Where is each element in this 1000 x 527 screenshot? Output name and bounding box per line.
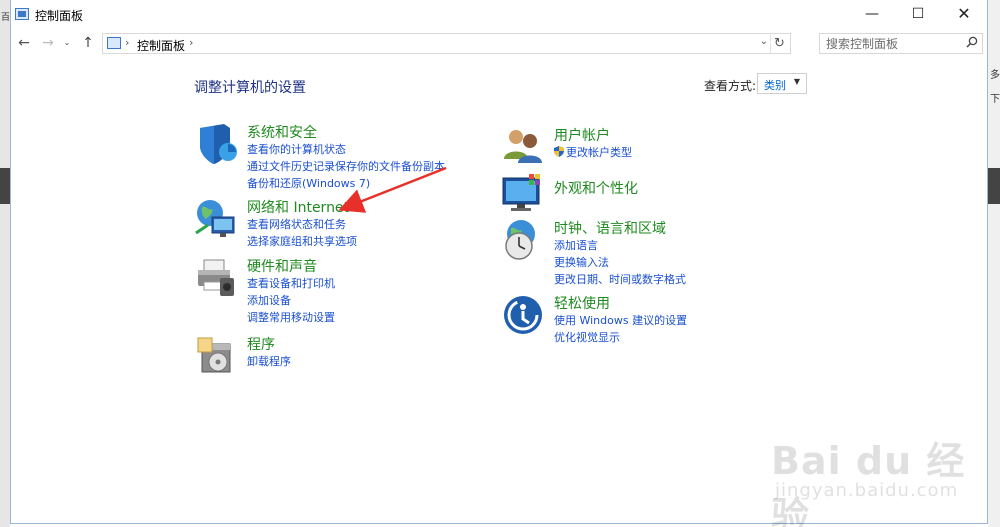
chevron-right-icon[interactable]: › [189, 36, 193, 49]
background-window-right: 多 下 [988, 0, 1000, 527]
category-network-internet: 网络和 Internet 查看网络状态和任务 选择家庭组和共享选项 [194, 197, 494, 249]
category-title-programs[interactable]: 程序 [247, 334, 275, 354]
control-panel-icon [107, 37, 121, 49]
link-uninstall-program[interactable]: 卸载程序 [247, 353, 291, 369]
link-add-language[interactable]: 添加语言 [554, 237, 598, 253]
breadcrumb-control-panel[interactable]: 控制面板 [137, 37, 185, 54]
category-appearance: 外观和个性化 [501, 172, 801, 212]
search-input[interactable] [820, 34, 960, 53]
link-view-computer-status[interactable]: 查看你的计算机状态 [247, 141, 346, 157]
category-title-system-security[interactable]: 系统和安全 [247, 122, 317, 142]
link-change-account-type[interactable]: 更改帐户类型 [554, 144, 632, 160]
baidu-watermark: Bai du 经验 jingyan.baidu.com [771, 425, 971, 527]
category-clock-region: 时钟、语言和区域 添加语言 更换输入法 更改日期、时间或数字格式 [501, 218, 801, 288]
maximize-button[interactable]: ☐ [895, 0, 941, 30]
category-title-hardware-sound[interactable]: 硬件和声音 [247, 256, 317, 276]
forward-button[interactable]: → [39, 33, 57, 53]
monitor-palette-icon[interactable] [501, 172, 545, 216]
background-dark-strip [0, 168, 10, 204]
watermark-main: Bai du 经验 [771, 439, 966, 527]
control-panel-window: 控制面板 — ☐ ✕ ← → ⌄ ↑ › 控制面板 › ⌄ ↻ 调整计算机的设置… [10, 0, 988, 527]
shield-icon[interactable] [194, 122, 238, 166]
window-title: 控制面板 [35, 9, 84, 23]
link-backup-restore[interactable]: 备份和还原(Windows 7) [247, 175, 370, 191]
back-button[interactable]: ← [15, 33, 33, 53]
category-user-accounts: 用户帐户 更改帐户类型 [501, 125, 801, 165]
link-change-date-time-format[interactable]: 更改日期、时间或数字格式 [554, 271, 686, 287]
link-network-status-tasks[interactable]: 查看网络状态和任务 [247, 216, 346, 232]
clock-globe-icon[interactable] [501, 218, 545, 262]
refresh-button[interactable]: ↻ [770, 34, 788, 53]
address-bar[interactable]: › 控制面板 › ⌄ ↻ [102, 33, 791, 54]
printer-icon[interactable] [194, 256, 238, 300]
up-button[interactable]: ↑ [79, 33, 97, 53]
chevron-right-icon[interactable]: › [125, 36, 129, 49]
ease-of-access-icon[interactable] [501, 293, 545, 337]
background-dark-strip-right [988, 168, 1000, 204]
background-left-text: 百 [1, 13, 11, 23]
title-bar[interactable]: 控制面板 — ☐ ✕ [11, 0, 987, 30]
network-globe-icon[interactable] [194, 197, 238, 241]
link-homegroup-sharing[interactable]: 选择家庭组和共享选项 [247, 233, 357, 249]
category-title-appearance[interactable]: 外观和个性化 [554, 178, 638, 198]
category-hardware-sound: 硬件和声音 查看设备和打印机 添加设备 调整常用移动设置 [194, 256, 494, 326]
category-system-security: 系统和安全 查看你的计算机状态 通过文件历史记录保存你的文件备份副本 备份和还原… [194, 122, 494, 192]
link-windows-recommended-settings[interactable]: 使用 Windows 建议的设置 [554, 312, 687, 328]
chevron-down-icon: ▼ [793, 77, 800, 86]
link-change-account-type-label: 更改帐户类型 [566, 146, 632, 159]
link-mobility-settings[interactable]: 调整常用移动设置 [247, 309, 335, 325]
navigation-bar: ← → ⌄ ↑ › 控制面板 › ⌄ ↻ [11, 30, 987, 56]
category-title-user-accounts[interactable]: 用户帐户 [554, 125, 610, 145]
link-file-history-backup[interactable]: 通过文件历史记录保存你的文件备份副本 [247, 158, 445, 174]
watermark-url: jingyan.baidu.com [775, 480, 959, 501]
search-box[interactable] [819, 33, 983, 54]
programs-disc-icon[interactable] [194, 334, 238, 378]
search-icon[interactable] [966, 36, 978, 51]
link-add-device[interactable]: 添加设备 [247, 292, 291, 308]
category-title-clock-region[interactable]: 时钟、语言和区域 [554, 218, 666, 238]
recent-locations-button[interactable]: ⌄ [61, 33, 73, 53]
close-button[interactable]: ✕ [941, 0, 987, 30]
address-dropdown-button[interactable]: ⌄ [760, 36, 768, 47]
background-right-text-2: 下 [990, 94, 1000, 105]
category-title-ease-of-access[interactable]: 轻松使用 [554, 293, 610, 313]
link-optimize-visual-display[interactable]: 优化视觉显示 [554, 329, 620, 345]
category-ease-of-access: 轻松使用 使用 Windows 建议的设置 优化视觉显示 [501, 293, 801, 345]
link-devices-printers[interactable]: 查看设备和打印机 [247, 275, 335, 291]
control-panel-app-icon [15, 8, 29, 20]
link-change-input-method[interactable]: 更换输入法 [554, 254, 609, 270]
users-icon[interactable] [501, 125, 545, 169]
view-by-value: 类别 [764, 79, 786, 92]
category-programs: 程序 卸载程序 [194, 334, 494, 378]
background-window-left: 百 [0, 0, 10, 527]
view-by-label: 查看方式: [704, 79, 757, 93]
uac-shield-icon [554, 146, 564, 157]
background-right-text-1: 多 [990, 70, 1000, 81]
category-title-network-internet[interactable]: 网络和 Internet [247, 197, 349, 217]
view-by-dropdown[interactable]: 类别 ▼ [757, 73, 807, 94]
page-title: 调整计算机的设置 [194, 80, 306, 96]
minimize-button[interactable]: — [849, 0, 895, 30]
